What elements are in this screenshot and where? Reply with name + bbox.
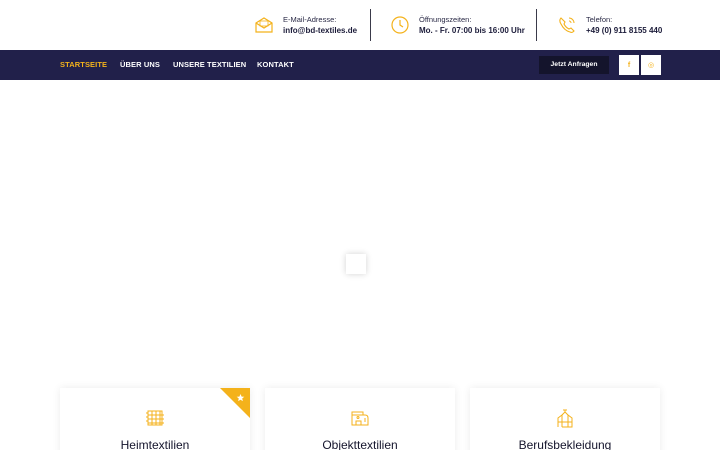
- card-title: Objekttextilien: [322, 438, 398, 450]
- instagram-icon[interactable]: ◎: [641, 55, 661, 75]
- phone-value[interactable]: +49 (0) 911 8155 440: [586, 25, 662, 37]
- hours-info: Öffnungszeiten: Mo. - Fr. 07:00 bis 16:0…: [389, 0, 525, 50]
- phone-label: Telefon:: [586, 14, 613, 24]
- facebook-icon[interactable]: f: [619, 55, 639, 75]
- envelope-icon: [253, 14, 275, 36]
- card-heimtextilien[interactable]: Heimtextilien: [60, 388, 250, 450]
- hours-value: Mo. - Fr. 07:00 bis 16:00 Uhr: [419, 25, 525, 35]
- featured-star-ribbon: [220, 388, 250, 418]
- loading-spinner: [346, 254, 366, 274]
- jetzt-anfragen-button[interactable]: Jetzt Anfragen: [539, 56, 609, 74]
- nav-item-startseite[interactable]: STARTSEITE: [60, 50, 107, 80]
- fabric-icon: [146, 410, 164, 426]
- nav-item-ueber-uns[interactable]: ÜBER UNS: [120, 50, 160, 80]
- hours-label: Öffnungszeiten:: [419, 14, 472, 24]
- email-value[interactable]: info@bd-textiles.de: [283, 25, 357, 37]
- nav-item-unsere-textilien[interactable]: UNSERE TEXTILIEN: [173, 50, 246, 80]
- nav-item-kontakt[interactable]: KONTAKT: [257, 50, 294, 80]
- card-berufsbekleidung[interactable]: Berufsbekleidung: [470, 388, 660, 450]
- phone-info[interactable]: Telefon: +49 (0) 911 8155 440: [556, 0, 662, 50]
- clock-icon: [389, 14, 411, 36]
- card-title: Heimtextilien: [120, 438, 190, 450]
- card-title: Berufsbekleidung: [518, 438, 612, 450]
- workwear-icon: [557, 409, 573, 428]
- hero-area: [0, 80, 720, 380]
- email-info[interactable]: E-Mail-Adresse: info@bd-textiles.de: [253, 0, 357, 50]
- card-objekttextilien[interactable]: Objekttextilien: [265, 388, 455, 450]
- divider: [536, 9, 537, 41]
- sewing-machine-icon: [351, 411, 369, 426]
- email-label: E-Mail-Adresse:: [283, 14, 337, 24]
- divider: [370, 9, 371, 41]
- top-contact-bar: E-Mail-Adresse: info@bd-textiles.de Öffn…: [0, 0, 720, 50]
- instagram-glyph: ◎: [647, 62, 655, 69]
- main-nav: STARTSEITE ÜBER UNS UNSERE TEXTILIEN KON…: [0, 50, 720, 80]
- phone-icon: [556, 14, 578, 36]
- facebook-glyph: f: [627, 61, 631, 69]
